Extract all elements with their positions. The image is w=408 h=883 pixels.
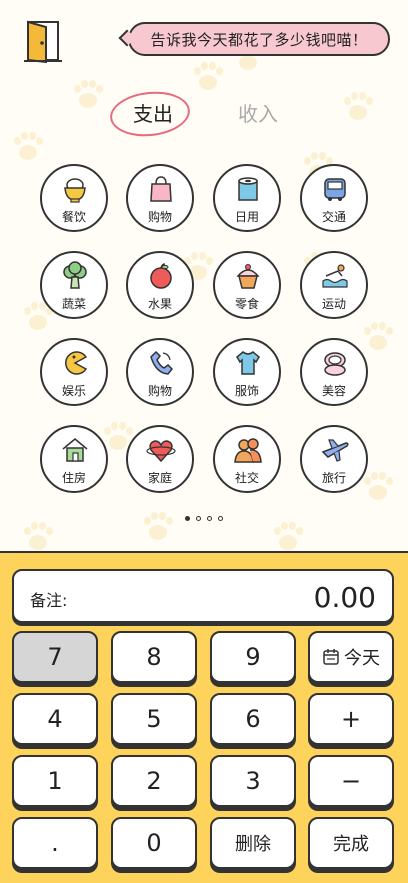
key-2[interactable]: 2: [111, 755, 197, 807]
category-label: 住房: [61, 471, 86, 485]
exit-door-icon[interactable]: [22, 18, 64, 64]
key-1[interactable]: 1: [12, 755, 98, 807]
calendar-icon: [323, 649, 339, 665]
key-5[interactable]: 5: [111, 693, 197, 745]
category-label: 服饰: [234, 384, 259, 398]
tshirt-icon: [236, 351, 260, 375]
note-label: 备注:: [30, 591, 68, 610]
category-vegetables[interactable]: 蔬菜: [40, 251, 108, 319]
airplane-icon: [321, 439, 349, 462]
bus-icon: [324, 178, 346, 201]
paw-print-decoration: [10, 130, 46, 166]
key-6[interactable]: 6: [210, 693, 296, 745]
category-daily[interactable]: 日用: [213, 164, 281, 232]
people-icon: [234, 438, 262, 463]
key-0[interactable]: 0: [111, 817, 197, 869]
category-shopping[interactable]: 购物: [126, 164, 194, 232]
done-button[interactable]: 完成: [308, 817, 394, 869]
category-family[interactable]: 家庭: [126, 425, 194, 493]
page-dot-active[interactable]: [185, 516, 190, 521]
key-4[interactable]: 4: [12, 693, 98, 745]
category-entertainment[interactable]: 娱乐: [40, 338, 108, 406]
category-label: 娱乐: [61, 384, 86, 398]
category-label: 水果: [147, 297, 172, 311]
category-label: 蔬菜: [61, 297, 86, 311]
delete-button[interactable]: 删除: [210, 817, 296, 869]
today-label: 今天: [344, 648, 380, 669]
keypad-panel: 备注: 0.00 7 8 9 今天 4 5 6 + 1 2 3 − . 0 删除…: [0, 551, 408, 883]
note-field[interactable]: 备注: 0.00: [12, 569, 394, 623]
apple-icon: [150, 263, 172, 289]
category-fruit[interactable]: 水果: [126, 251, 194, 319]
page-indicator: [0, 516, 408, 521]
page-dot[interactable]: [218, 516, 223, 521]
category-housing[interactable]: 住房: [40, 425, 108, 493]
category-shopping-2[interactable]: 购物: [126, 338, 194, 406]
key-8[interactable]: 8: [111, 631, 197, 683]
category-travel[interactable]: 旅行: [300, 425, 368, 493]
heart-planet-icon: [146, 440, 176, 463]
key-9[interactable]: 9: [210, 631, 296, 683]
prompt-text: 告诉我今天都花了多少钱吧喵！: [150, 30, 368, 49]
cupcake-icon: [236, 264, 260, 289]
compact-mirror-icon: [324, 352, 346, 376]
page-dot[interactable]: [207, 516, 212, 521]
key-3[interactable]: 3: [210, 755, 296, 807]
category-transport[interactable]: 交通: [300, 164, 368, 232]
broccoli-icon: [63, 261, 87, 289]
category-label: 家庭: [147, 471, 172, 485]
category-label: 购物: [147, 210, 172, 224]
plus-button[interactable]: +: [308, 693, 394, 745]
page-dot[interactable]: [196, 516, 201, 521]
category-dining[interactable]: 餐饮: [40, 164, 108, 232]
today-button[interactable]: 今天: [308, 631, 394, 683]
tab-expense[interactable]: 支出: [133, 98, 173, 127]
toilet-paper-icon: [238, 177, 258, 201]
phone-icon: [150, 350, 174, 375]
category-label: 旅行: [321, 471, 346, 485]
category-label: 交通: [321, 210, 346, 224]
house-icon: [62, 438, 88, 462]
type-tabs: 支出 收入: [0, 87, 408, 141]
category-label: 零食: [234, 297, 259, 311]
category-label: 日用: [234, 210, 259, 224]
shopping-bag-icon: [150, 176, 172, 202]
category-snacks[interactable]: 零食: [213, 251, 281, 319]
decimal-point-button[interactable]: .: [12, 817, 98, 869]
category-clothing[interactable]: 服饰: [213, 338, 281, 406]
category-sports[interactable]: 运动: [300, 251, 368, 319]
category-label: 社交: [234, 471, 259, 485]
key-7[interactable]: 7: [12, 631, 98, 683]
paw-print-decoration: [360, 320, 396, 356]
rice-bowl-icon: [64, 178, 86, 203]
paw-print-decoration: [190, 60, 226, 96]
prompt-bubble: 告诉我今天都花了多少钱吧喵！: [128, 22, 390, 56]
category-social[interactable]: 社交: [213, 425, 281, 493]
category-label: 运动: [321, 297, 346, 311]
category-beauty[interactable]: 美容: [300, 338, 368, 406]
pacman-icon: [65, 351, 88, 375]
swim-icon: [322, 264, 348, 288]
tab-income[interactable]: 收入: [238, 98, 278, 127]
minus-button[interactable]: −: [308, 755, 394, 807]
category-label: 购物: [147, 384, 172, 398]
category-label: 美容: [321, 384, 346, 398]
amount-display: 0.00: [313, 581, 376, 614]
category-label: 餐饮: [61, 210, 86, 224]
